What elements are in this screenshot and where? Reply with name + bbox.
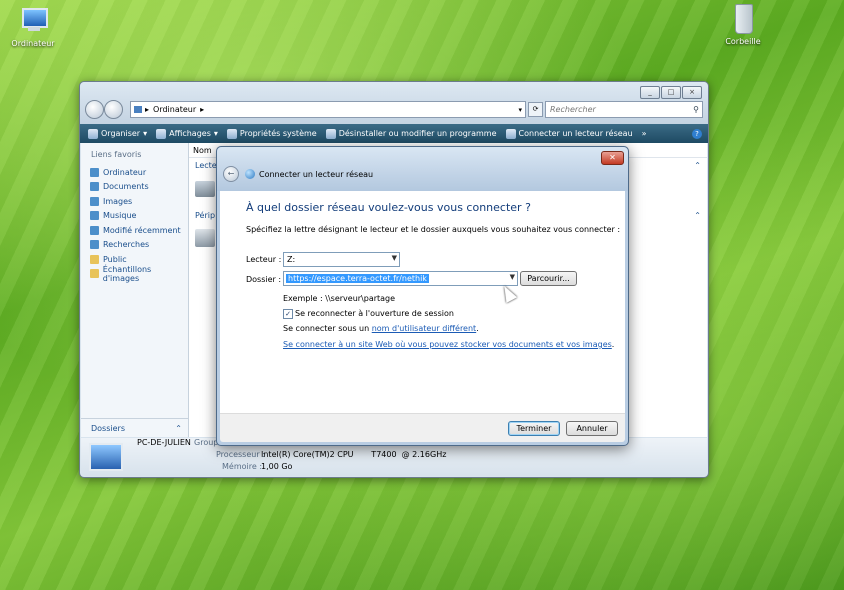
folder-label: Dossier : — [246, 275, 282, 284]
searches-icon — [90, 240, 99, 250]
network-drive-icon — [505, 128, 516, 139]
minimize-button[interactable]: _ — [640, 86, 660, 99]
drive-label: Lecteur : — [246, 255, 282, 264]
removable-drive-icon[interactable] — [195, 229, 215, 247]
close-icon[interactable]: ✕ — [601, 151, 624, 165]
views-menu[interactable]: Affichages ▾ — [156, 128, 218, 139]
sidebar-item-pictures[interactable]: Images — [81, 194, 188, 209]
desktop-icon-label: Corbeille — [725, 37, 761, 46]
uninstall-program-button[interactable]: Désinstaller ou modifier un programme — [325, 128, 497, 139]
other-user-suffix: . — [476, 324, 479, 333]
cpu-label: Processeur : — [216, 450, 265, 459]
chevron-down-icon[interactable]: ▼ — [510, 273, 515, 281]
desktop-icon-computer[interactable]: Ordinateur — [3, 6, 63, 48]
folder-example: Exemple : \\serveur\partage — [283, 294, 396, 303]
folder-input[interactable]: https://espace.terra-octet.fr/nethik ▼ — [283, 271, 518, 286]
more-commands-button[interactable]: » — [642, 129, 647, 138]
sidebar-item-searches[interactable]: Recherches — [81, 238, 188, 253]
group-header-devices[interactable]: Périp — [195, 211, 215, 220]
chevron-down-icon: ▼ — [391, 254, 397, 262]
other-user-link[interactable]: nom d'utilisateur différent — [372, 324, 476, 333]
browse-button[interactable]: Parcourir... — [520, 271, 577, 286]
recycle-bin-icon — [726, 4, 760, 34]
desktop-icon-label: Ordinateur — [11, 39, 55, 48]
breadcrumb-separator: ▸ — [145, 105, 150, 114]
programs-icon — [325, 128, 336, 139]
memory-label: Mémoire : — [222, 462, 263, 471]
map-network-drive-dialog: ✕ ← Connecter un lecteur réseau À quel d… — [216, 146, 629, 446]
folders-toggle[interactable]: Dossiers ⌃ — [81, 418, 188, 437]
sidebar-item-recent[interactable]: Modifié récemment — [81, 223, 188, 238]
dialog-title: Connecter un lecteur réseau — [259, 169, 374, 179]
address-bar[interactable]: ▸ Ordinateur ▸ ▾ — [130, 101, 526, 118]
chevron-down-icon[interactable]: ▾ — [518, 106, 522, 114]
website-line: Se connecter à un site Web où vous pouve… — [283, 340, 614, 349]
close-button[interactable]: × — [682, 86, 702, 99]
navigation-pane: Liens favoris Ordinateur Documents Image… — [81, 143, 189, 437]
search-placeholder: Rechercher — [550, 105, 596, 114]
system-properties-icon — [226, 128, 237, 139]
column-header-name[interactable]: Nom — [193, 146, 212, 155]
collapse-icon[interactable]: ⌃ — [694, 161, 701, 170]
drive-select[interactable]: Z: ▼ — [283, 252, 400, 267]
desktop-icon-recycle-bin[interactable]: Corbeille — [713, 4, 773, 46]
folder-icon — [90, 254, 99, 264]
search-icon[interactable]: ⚲ — [693, 105, 699, 114]
breadcrumb-separator: ▸ — [200, 105, 205, 114]
folder-icon — [90, 269, 99, 279]
refresh-button[interactable]: ⟳ — [528, 102, 543, 117]
dialog-titlebar: ✕ ← Connecter un lecteur réseau — [217, 147, 628, 191]
other-user-line: Se connecter sous un nom d'utilisateur d… — [283, 324, 479, 333]
forward-button[interactable] — [104, 100, 123, 119]
website-storage-link[interactable]: Se connecter à un site Web où vous pouve… — [283, 340, 612, 349]
collapse-icon[interactable]: ⌃ — [694, 211, 701, 220]
cancel-button[interactable]: Annuler — [566, 421, 618, 436]
explorer-titlebar: _ □ × ▸ Ordinateur ▸ ▾ ⟳ Rechercher ⚲ — [80, 82, 708, 124]
documents-icon — [90, 182, 99, 192]
music-icon — [90, 211, 99, 221]
map-network-drive-button[interactable]: Connecter un lecteur réseau — [505, 128, 633, 139]
computer-icon — [16, 6, 50, 36]
back-arrow-button[interactable]: ← — [223, 166, 239, 182]
sidebar-item-sample-pictures[interactable]: Échantillons d'images — [81, 265, 188, 283]
network-globe-icon — [245, 169, 255, 179]
sidebar-item-documents[interactable]: Documents — [81, 180, 188, 195]
dialog-footer: Terminer Annuler — [220, 413, 625, 442]
pc-name: PC-DE-JULIEN — [137, 438, 191, 447]
workgroup-label: Group — [194, 438, 219, 447]
other-user-prefix: Se connecter sous un — [283, 324, 372, 333]
sidebar-item-music[interactable]: Musique — [81, 209, 188, 224]
dialog-heading: À quel dossier réseau voulez-vous vous c… — [246, 201, 531, 214]
memory-value: 1,00 Go — [261, 462, 293, 471]
finish-button[interactable]: Terminer — [508, 421, 560, 436]
computer-icon — [90, 167, 99, 177]
recent-icon — [90, 225, 99, 235]
organize-icon — [88, 128, 98, 139]
breadcrumb[interactable]: Ordinateur — [153, 105, 196, 114]
computer-icon — [89, 443, 123, 471]
search-input[interactable]: Rechercher ⚲ — [545, 101, 703, 118]
system-properties-button[interactable]: Propriétés système — [226, 128, 317, 139]
dialog-description: Spécifiez la lettre désignant le lecteur… — [246, 225, 621, 234]
reconnect-checkbox[interactable]: ✓ — [283, 309, 293, 319]
dialog-content: À quel dossier réseau voulez-vous vous c… — [220, 191, 625, 414]
folder-input-value: https://espace.terra-octet.fr/nethik — [286, 274, 429, 283]
cpu-value: Intel(R) Core(TM)2 CPU T7400 @ 2.16GHz — [261, 450, 447, 459]
sidebar-item-computer[interactable]: Ordinateur — [81, 165, 188, 180]
command-bar: Organiser ▾ Affichages ▾ Propriétés syst… — [80, 124, 708, 143]
maximize-button[interactable]: □ — [661, 86, 681, 99]
drive-select-value: Z: — [287, 255, 296, 264]
help-icon[interactable]: ? — [692, 128, 702, 139]
organize-menu[interactable]: Organiser ▾ — [88, 128, 147, 139]
back-button[interactable] — [85, 100, 104, 119]
favorites-header: Liens favoris — [91, 150, 142, 159]
website-suffix: . — [611, 340, 615, 349]
pictures-icon — [90, 196, 99, 206]
computer-icon — [134, 106, 142, 113]
views-icon — [156, 128, 167, 139]
chevron-up-icon: ⌃ — [175, 423, 182, 433]
drive-icon[interactable] — [195, 181, 215, 197]
reconnect-label[interactable]: Se reconnecter à l'ouverture de session — [295, 309, 454, 318]
